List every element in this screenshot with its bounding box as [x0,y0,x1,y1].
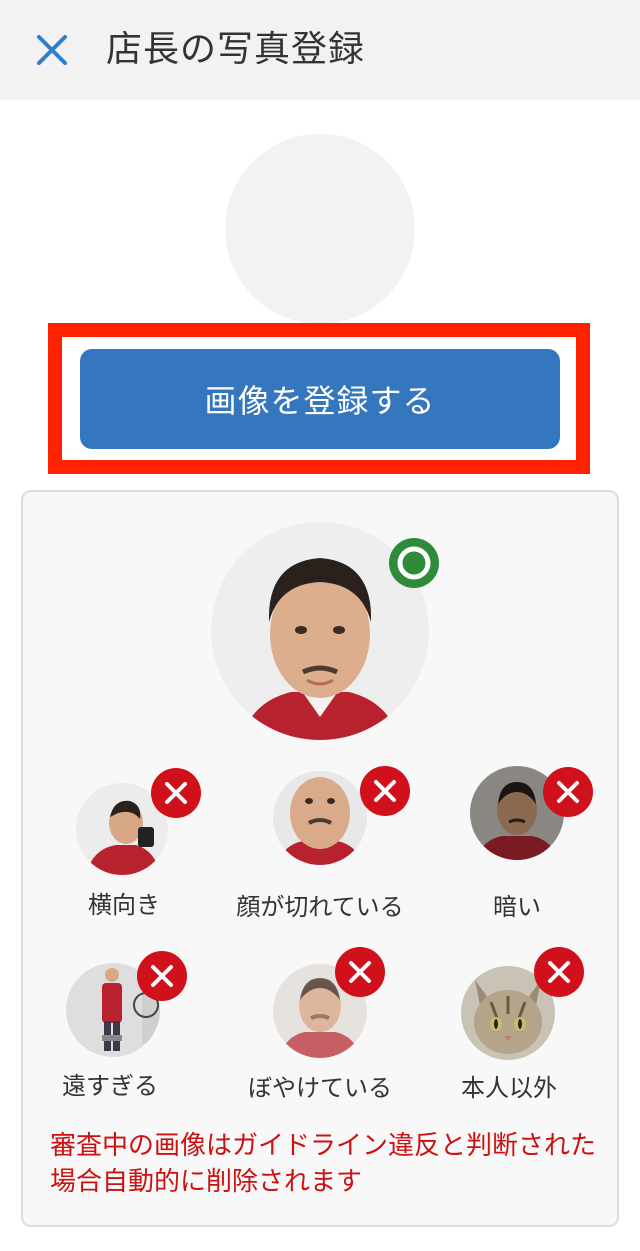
bad-example-photo-cropped [273,771,367,865]
x-circle-icon [150,767,202,819]
caption-dark: 暗い [493,893,541,921]
caption-far: 遠すぎる [62,1072,158,1100]
x-circle-icon [359,765,411,817]
caption-cropped: 顔が切れている [236,893,404,921]
app-header: 店長の写真登録 [0,0,640,100]
caption-not-self: 本人以外 [461,1074,557,1102]
close-icon[interactable] [30,28,74,72]
ok-circle-icon [388,537,440,589]
register-image-button[interactable]: 画像を登録する [80,349,560,449]
avatar-placeholder[interactable] [225,134,415,324]
caption-side: 横向き [88,891,160,919]
page-title: 店長の写真登録 [106,29,366,70]
x-circle-icon [136,950,188,1002]
x-circle-icon [533,946,585,998]
guideline-warning-text: 審査中の画像はガイドライン違反と判断された場合自動的に削除されます [50,1131,597,1197]
x-circle-icon [334,946,386,998]
close-button[interactable] [30,28,74,72]
caption-blurry: ぼやけている [248,1074,392,1102]
x-circle-icon [542,766,594,818]
